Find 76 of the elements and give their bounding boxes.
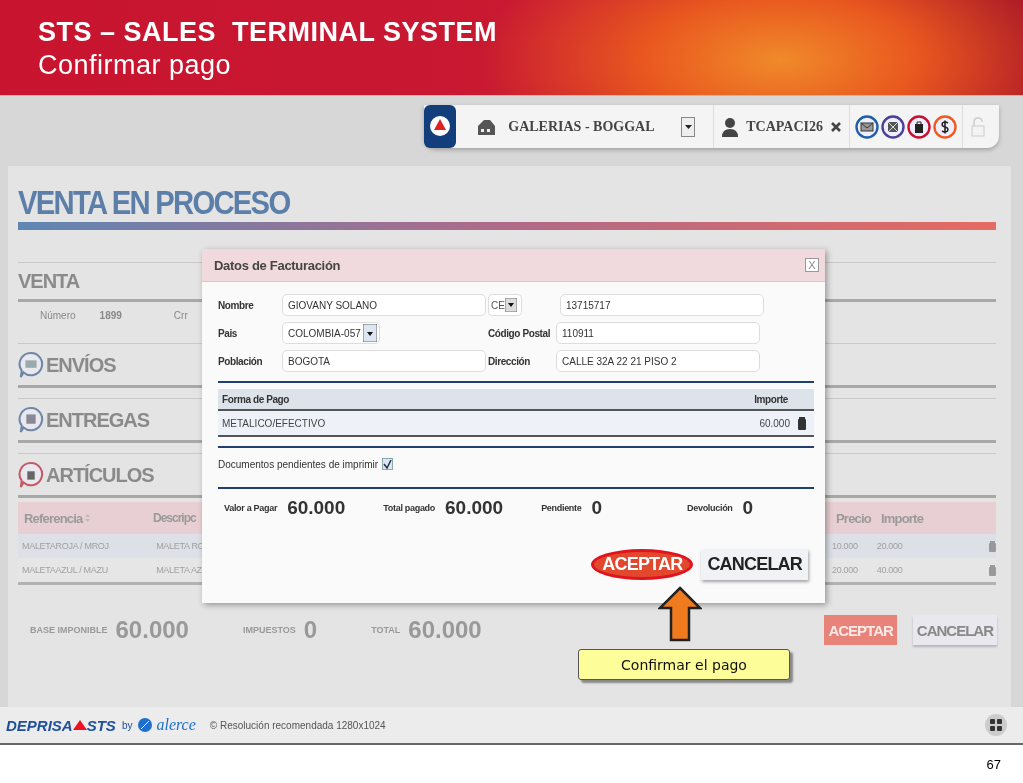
caret-icon xyxy=(504,298,517,312)
caret-icon xyxy=(363,324,377,342)
page-title: VENTA EN PROCESO xyxy=(18,184,290,220)
cancel-button[interactable]: CANCELAR xyxy=(701,549,808,580)
callout-note: Confirmar el pago xyxy=(578,649,790,680)
field-label: Dirección xyxy=(488,355,531,367)
table-cell-text: 10.000 xyxy=(831,541,859,551)
sort-icon xyxy=(85,514,91,522)
brand-logo: DEPRISA STS xyxy=(6,716,116,734)
accept-button[interactable]: ACEPTAR xyxy=(591,549,694,580)
column-header: Importe xyxy=(881,510,925,526)
table-cell: 60.000 xyxy=(759,417,790,429)
table-cell-text: MALETAAZUL / MAZU xyxy=(22,565,109,575)
total-value: 60.000 xyxy=(115,616,189,644)
table-cell: METALICO/EFECTIVO xyxy=(222,417,326,429)
id-number-field[interactable]: 13715717 xyxy=(560,294,764,316)
checkbox-label: Documentos pendientes de imprimir xyxy=(218,458,379,470)
field-label: Código Postal xyxy=(488,327,552,339)
country-dropdown[interactable]: COLOMBIA-057 xyxy=(282,322,380,344)
table-cell-text: 20.000 xyxy=(876,541,904,551)
page-number: 67 xyxy=(986,756,1001,772)
summary-label: Valor a Pagar xyxy=(224,503,278,513)
name-field[interactable]: GIOVANY SOLANO xyxy=(282,294,486,316)
by-text: by xyxy=(121,719,133,731)
grid-menu-button[interactable] xyxy=(985,714,1007,736)
slide-title: STS – SALES TERMINAL SYSTEM xyxy=(38,16,499,48)
total-label: BASE IMPONIBLE xyxy=(30,625,108,635)
column-header: Forma de Pago xyxy=(222,393,290,405)
table-cell-text: MALETA AZ xyxy=(156,565,203,575)
city-field[interactable]: BOGOTA xyxy=(282,350,486,372)
sale-number: 1899 xyxy=(99,310,122,321)
field-label: Número xyxy=(40,310,76,321)
table-cell-text: 20.000 xyxy=(831,565,859,575)
triangle-icon xyxy=(72,720,87,730)
summary-label: Pendiente xyxy=(541,503,582,513)
field-label: Nombre xyxy=(218,299,255,311)
column-header: Descripc xyxy=(153,511,197,525)
checkmark-icon xyxy=(383,459,393,469)
total-value: 0 xyxy=(303,616,318,644)
up-arrow-icon xyxy=(658,586,702,642)
summary-label: Total pagado xyxy=(383,503,435,513)
summary-value: 60.000 xyxy=(287,497,346,519)
id-type-dropdown[interactable]: CE xyxy=(488,294,522,316)
resolution-note: © Resolución recomendada 1280x1024 xyxy=(209,719,386,731)
field-label: Pais xyxy=(218,327,238,339)
summary-label: Devolución xyxy=(687,503,733,513)
store-name: GALERIAS - BOGGAL xyxy=(508,118,656,135)
trash-icon[interactable] xyxy=(798,416,806,430)
dialog-title: Datos de Facturación xyxy=(214,257,341,273)
field-label: Población xyxy=(218,355,264,367)
close-icon[interactable] xyxy=(831,121,841,132)
column-header: Importe xyxy=(754,393,788,405)
total-label: TOTAL xyxy=(371,625,401,635)
caret-icon xyxy=(684,124,692,129)
print-checkbox[interactable] xyxy=(382,458,394,470)
column-header: Precio xyxy=(836,510,872,526)
field-label: Crr xyxy=(173,310,188,321)
section-heading: VENTA xyxy=(18,270,80,293)
house-icon xyxy=(476,118,497,135)
postal-code-field[interactable]: 110911 xyxy=(556,322,760,344)
partner-logo: alerce xyxy=(156,716,196,734)
user-icon xyxy=(722,116,739,137)
table-cell-text: 40.000 xyxy=(876,565,904,575)
close-button[interactable]: X xyxy=(805,258,819,272)
total-label: IMPUESTOS xyxy=(242,625,296,635)
summary-value: 0 xyxy=(742,497,754,519)
address-field[interactable]: CALLE 32A 22 21 PISO 2 xyxy=(556,350,760,372)
slide-subtitle: Confirmar pago xyxy=(38,49,233,82)
user-name: TCAPACI26 xyxy=(746,118,823,135)
summary-value: 60.000 xyxy=(445,497,504,519)
grid-icon xyxy=(990,719,1002,731)
store-dropdown-button[interactable] xyxy=(681,116,696,137)
dollar-icon[interactable] xyxy=(933,114,957,139)
table-cell-text: MALETAROJA / MROJ xyxy=(22,541,110,551)
summary-value: 0 xyxy=(591,497,602,519)
total-value: 60.000 xyxy=(408,616,482,644)
